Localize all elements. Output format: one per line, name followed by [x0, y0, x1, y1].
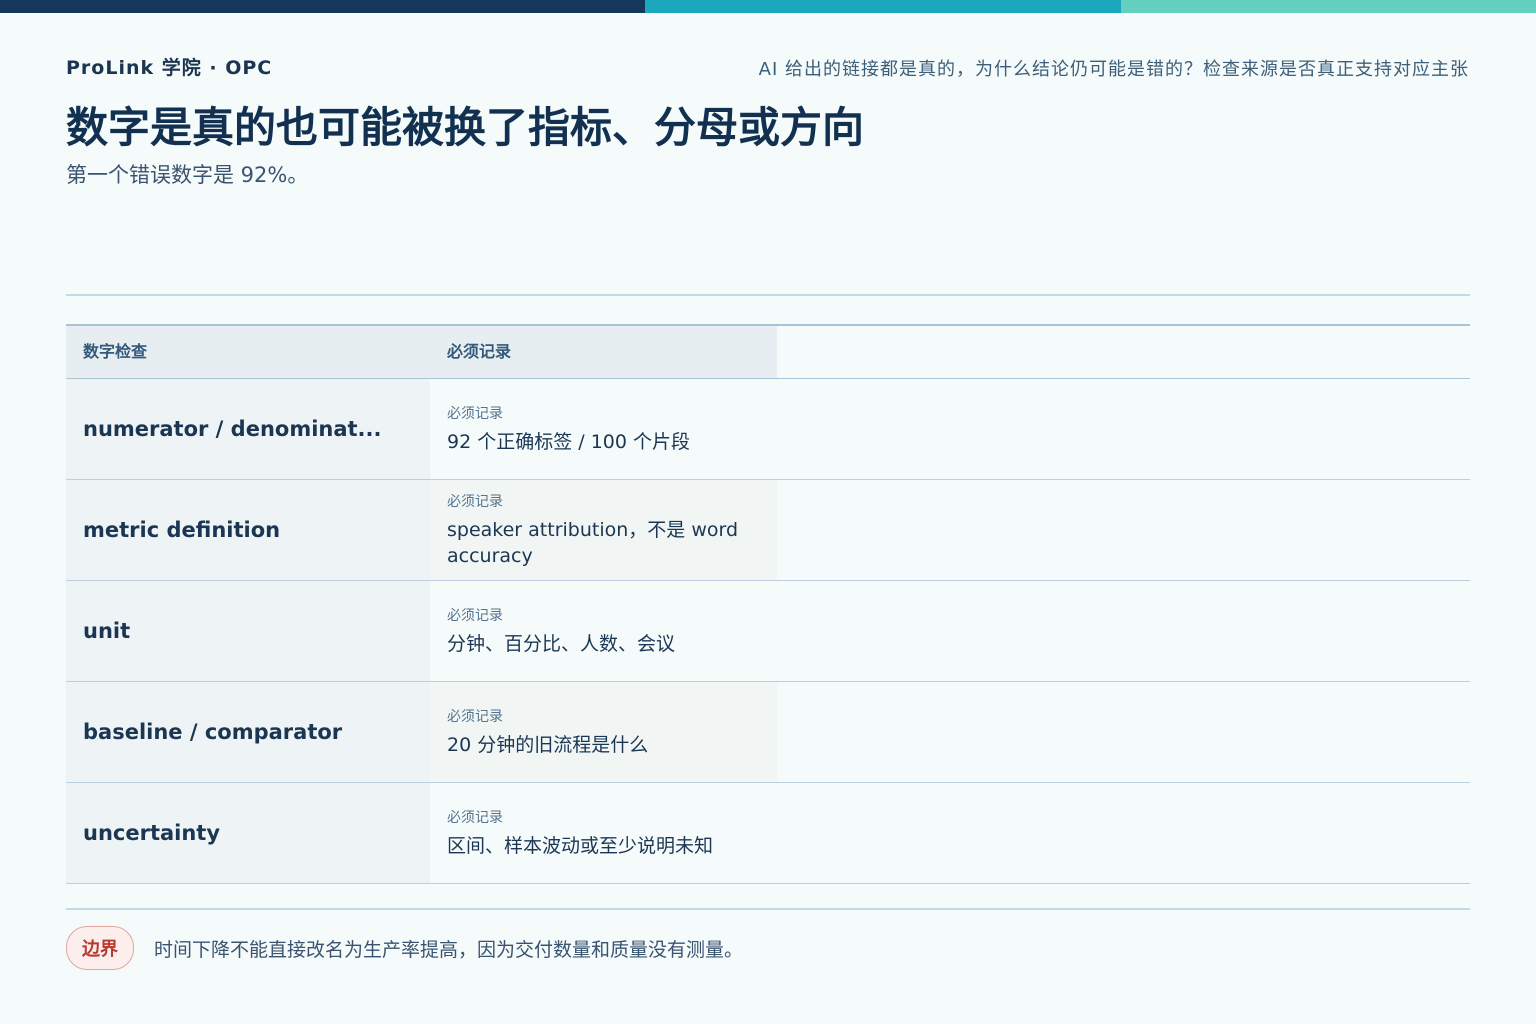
record-cell: 必须记录 92 个正确标签 / 100 个片段 — [430, 379, 777, 479]
record-cell: 必须记录 20 分钟的旧流程是什么 — [430, 682, 777, 782]
accent-segment-dark — [0, 0, 645, 13]
record-label: 必须记录 — [447, 608, 503, 624]
check-cell: uncertainty — [66, 783, 430, 883]
page-subtitle: 第一个错误数字是 92%。 — [66, 163, 309, 187]
table-row: baseline / comparator 必须记录 20 分钟的旧流程是什么 — [66, 682, 1470, 783]
lesson-question: AI 给出的链接都是真的，为什么结论仍可能是错的？检查来源是否真正支持对应主张 — [758, 59, 1469, 80]
brand-label: ProLink 学院 · OPC — [66, 57, 273, 79]
boundary-note: 时间下降不能直接改名为生产率提高，因为交付数量和质量没有测量。 — [154, 939, 744, 961]
top-accent-bar — [0, 0, 1536, 13]
table-row: unit 必须记录 分钟、百分比、人数、会议 — [66, 581, 1470, 682]
number-check-table: 数字检查 必须记录 numerator / denominat... 必须记录 … — [66, 324, 1470, 884]
record-label: 必须记录 — [447, 494, 503, 510]
record-cell: 必须记录 speaker attribution，不是 word accurac… — [430, 480, 777, 580]
divider-top — [66, 294, 1470, 296]
record-label: 必须记录 — [447, 406, 503, 422]
table-header: 数字检查 必须记录 — [66, 324, 1470, 379]
record-label: 必须记录 — [447, 709, 503, 725]
accent-segment-mint — [1121, 0, 1536, 13]
record-value: 92 个正确标签 / 100 个片段 — [447, 431, 691, 453]
record-value: speaker attribution，不是 word accuracy — [447, 519, 739, 567]
check-cell: metric definition — [66, 480, 430, 580]
accent-segment-teal — [645, 0, 1121, 13]
record-cell: 必须记录 分钟、百分比、人数、会议 — [430, 581, 777, 681]
table-row: metric definition 必须记录 speaker attributi… — [66, 480, 1470, 581]
record-value: 20 分钟的旧流程是什么 — [447, 734, 649, 756]
record-cell: 必须记录 区间、样本波动或至少说明未知 — [430, 783, 777, 883]
check-cell: unit — [66, 581, 430, 681]
column-header-record: 必须记录 — [430, 326, 777, 378]
table-row: uncertainty 必须记录 区间、样本波动或至少说明未知 — [66, 783, 1470, 884]
record-value: 区间、样本波动或至少说明未知 — [447, 835, 714, 857]
page-title: 数字是真的也可能被换了指标、分母或方向 — [66, 103, 865, 152]
check-cell: numerator / denominat... — [66, 379, 430, 479]
divider-bottom — [66, 908, 1470, 910]
record-label: 必须记录 — [447, 810, 503, 826]
boundary-badge: 边界 — [66, 926, 134, 970]
column-header-check: 数字检查 — [66, 326, 430, 378]
check-cell: baseline / comparator — [66, 682, 430, 782]
record-value: 分钟、百分比、人数、会议 — [447, 633, 676, 655]
table-row: numerator / denominat... 必须记录 92 个正确标签 /… — [66, 379, 1470, 480]
